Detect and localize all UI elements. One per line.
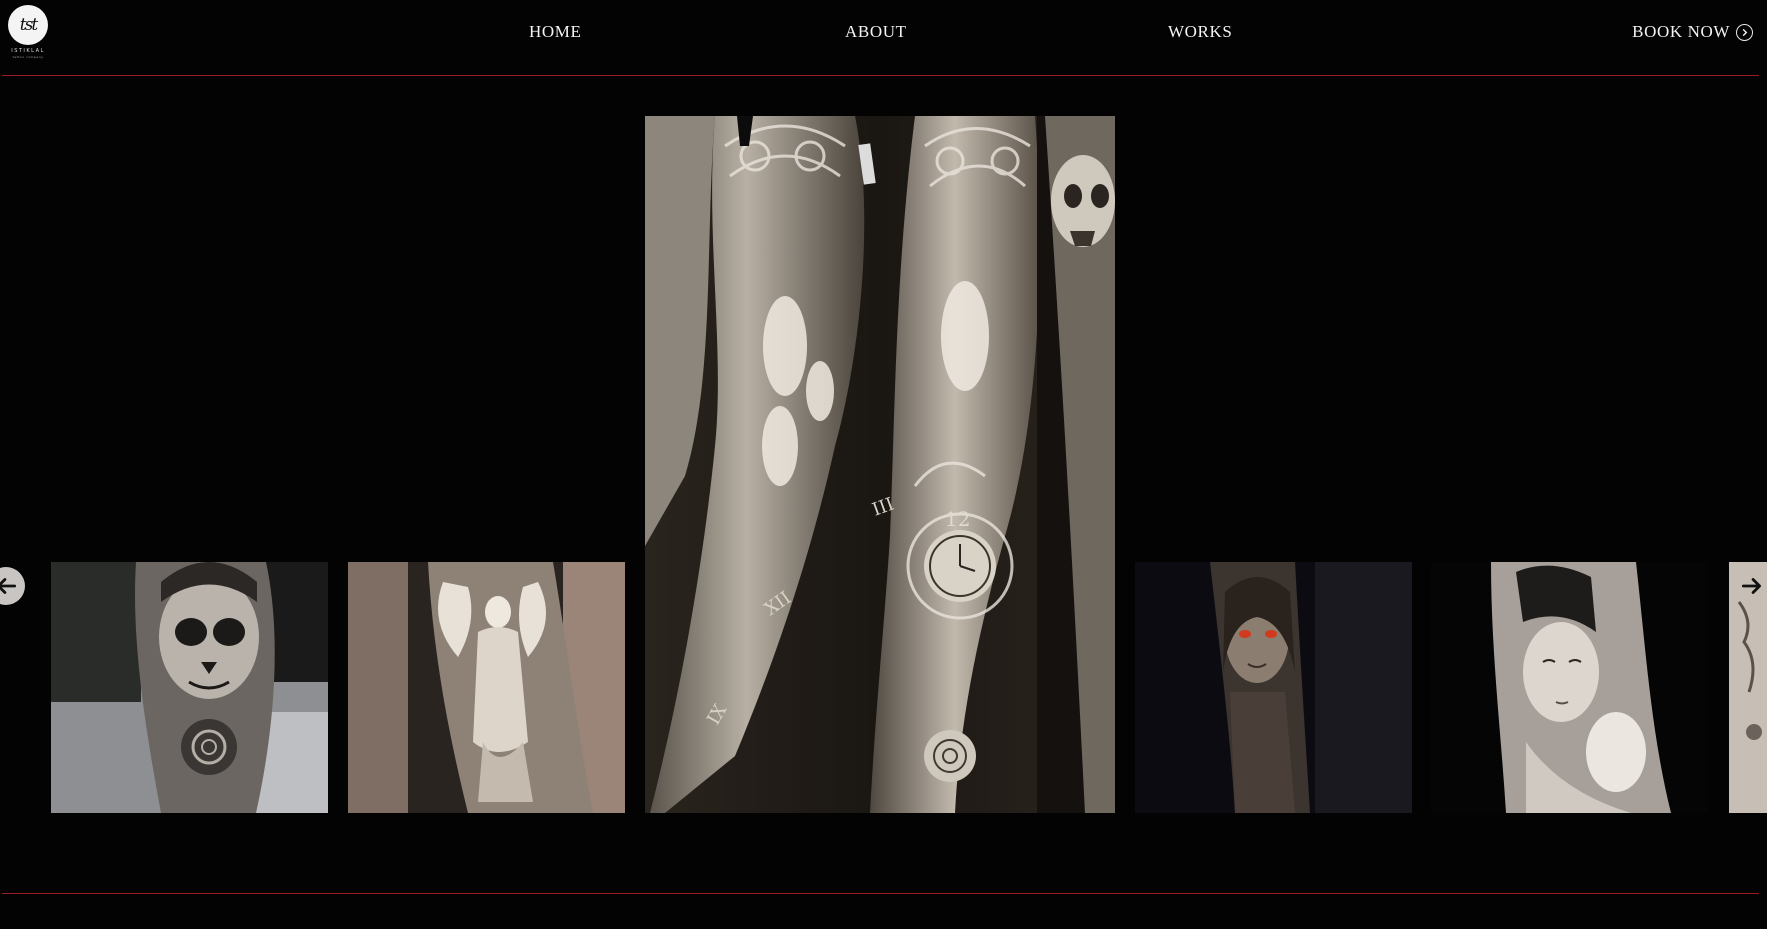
footer-divider (2, 893, 1759, 894)
nav-works[interactable]: WORKS (1168, 22, 1232, 42)
site-header: tst ISTIKLAL tattoo company HOME ABOUT W… (0, 0, 1767, 76)
arrow-right-icon (1741, 578, 1761, 594)
book-now-button[interactable]: BOOK NOW (1632, 22, 1753, 42)
arrow-left-icon (0, 578, 17, 594)
gallery-next-button[interactable] (1733, 567, 1767, 605)
logo-mark: tst (8, 5, 48, 45)
gallery-prev-button[interactable] (0, 567, 25, 605)
book-now-label: BOOK NOW (1632, 22, 1730, 41)
gallery-thumbnail[interactable] (51, 562, 328, 813)
nav-about[interactable]: ABOUT (845, 22, 907, 42)
svg-text:12: 12 (945, 507, 970, 531)
logo-tagline: tattoo company (12, 55, 44, 59)
gallery-thumbnail[interactable] (1431, 562, 1708, 813)
nav-home[interactable]: HOME (529, 22, 581, 42)
brand-logo[interactable]: tst ISTIKLAL tattoo company (4, 5, 52, 59)
gallery-thumbnail[interactable] (1135, 562, 1412, 813)
gallery-thumbnail[interactable] (348, 562, 625, 813)
logo-wordmark: ISTIKLAL (11, 48, 45, 54)
header-divider (2, 75, 1759, 76)
featured-sleeve-image[interactable]: 12 XII IX III (645, 116, 1115, 813)
chevron-right-circle-icon (1736, 23, 1753, 41)
